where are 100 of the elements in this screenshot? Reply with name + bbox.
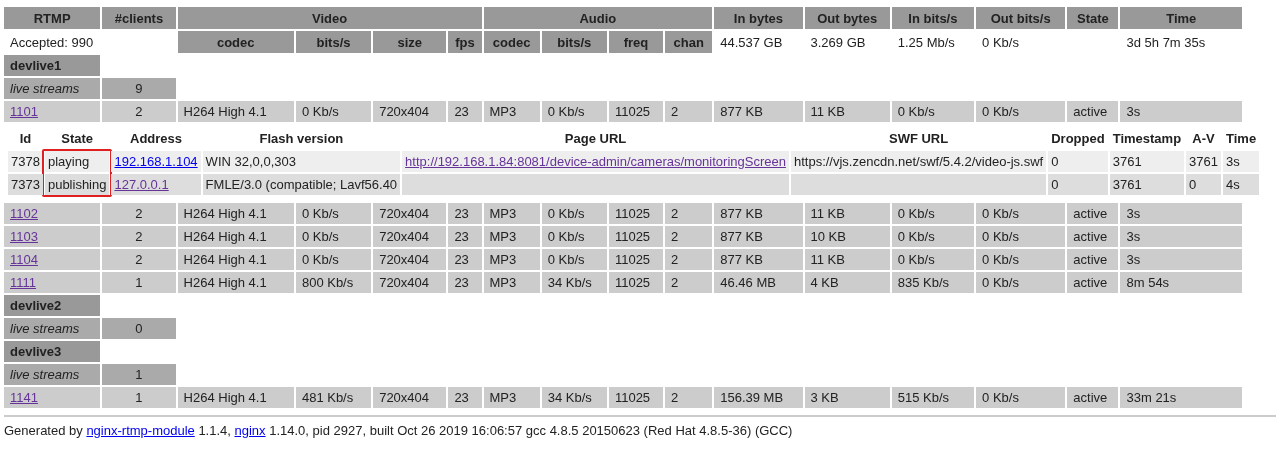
table-cell: 2 (102, 203, 176, 224)
footer-link[interactable]: nginx-rtmp-module (86, 423, 195, 438)
table-cell: 3s (1120, 249, 1242, 270)
table-cell: 0 Kb/s (295, 249, 372, 270)
column-header: Time (1225, 130, 1258, 148)
column-header: #clients (102, 7, 176, 29)
table-cell: H264 High 4.1 (177, 249, 294, 270)
column-header: fps (448, 31, 482, 53)
table-cell: 0 Kb/s (541, 226, 607, 247)
column-header: Audio (483, 7, 713, 29)
table-cell: 2 (665, 101, 713, 122)
table-cell: 720x404 (373, 226, 447, 247)
column-header: RTMP (4, 7, 101, 29)
application-name: devlive2 (4, 295, 101, 316)
table-cell: 877 KB (714, 101, 803, 122)
table-cell: 3s (1120, 203, 1242, 224)
table-cell: 11025 (608, 272, 664, 293)
table-cell: 835 Kb/s (891, 272, 975, 293)
application-name: devlive3 (4, 341, 101, 362)
footer-link[interactable]: nginx (234, 423, 266, 438)
table-cell: 2 (665, 226, 713, 247)
table-cell: MP3 (483, 272, 540, 293)
table-cell: 23 (448, 249, 482, 270)
table-cell: 4 KB (804, 272, 890, 293)
table-cell: 11025 (608, 101, 664, 122)
table-cell: 156.39 MB (714, 387, 803, 408)
table-cell: 0 (102, 318, 176, 339)
table-cell: 11025 (608, 203, 664, 224)
table-cell: 2 (102, 249, 176, 270)
column-header: In bits/s (891, 7, 975, 29)
table-cell: 3s (1120, 226, 1242, 247)
table-cell: active (1067, 101, 1119, 122)
table-cell: 720x404 (373, 203, 447, 224)
table-cell: 0 Kb/s (891, 226, 975, 247)
table-cell: 0 Kb/s (295, 203, 372, 224)
table-cell: 877 KB (714, 203, 803, 224)
column-header: Out bits/s (976, 7, 1066, 29)
table-cell: H264 High 4.1 (177, 101, 294, 122)
table-cell: 3761 (1109, 151, 1185, 172)
table-cell-text: 0 Kb/s (981, 33, 1020, 52)
table-cell: 877 KB (714, 226, 803, 247)
table-cell-text: 44.537 GB (719, 33, 784, 52)
table-cell: live streams (4, 318, 101, 339)
column-header: Timestamp (1111, 130, 1183, 148)
table-cell: MP3 (483, 249, 540, 270)
table-cell: 3761 (1109, 174, 1185, 195)
table-cell: 0 (1048, 151, 1108, 172)
table-cell: 0 Kb/s (295, 226, 372, 247)
table-cell: 2 (102, 101, 176, 122)
table-cell: 877 KB (714, 249, 803, 270)
table-cell: 1 (102, 272, 176, 293)
table-cell: 0 Kb/s (976, 101, 1066, 122)
table-cell: 11 KB (804, 249, 890, 270)
column-header: bits/s (295, 31, 372, 53)
table-cell: 0 Kb/s (541, 249, 607, 270)
table-cell: 3s (1120, 101, 1242, 122)
table-cell: 7378 (8, 151, 43, 172)
table-cell: active (1067, 387, 1119, 408)
table-cell: 11025 (608, 226, 664, 247)
column-header: Out bytes (804, 7, 890, 29)
table-cell: 11025 (608, 249, 664, 270)
table-cell: H264 High 4.1 (177, 272, 294, 293)
column-header: State (60, 130, 95, 148)
stream-link[interactable]: 1111 (10, 275, 37, 290)
table-cell: 11 KB (804, 203, 890, 224)
column-header: Flash version (258, 130, 345, 148)
table-cell: 23 (448, 203, 482, 224)
table-cell: 11025 (608, 387, 664, 408)
column-header: codec (483, 31, 540, 53)
table-cell: 0 Kb/s (295, 101, 372, 122)
table-cell: 0 Kb/s (891, 203, 975, 224)
table-cell: 2 (665, 387, 713, 408)
table-cell: active (1067, 203, 1119, 224)
table-cell-text: 3d 5h 7m 35s (1125, 33, 1207, 52)
table-cell: MP3 (483, 387, 540, 408)
table-cell: 0 (1186, 174, 1221, 195)
table-cell: 720x404 (373, 101, 447, 122)
column-header: Dropped (1050, 130, 1106, 148)
table-cell: active (1067, 249, 1119, 270)
column-header: Video (177, 7, 482, 29)
table-cell: 23 (448, 226, 482, 247)
column-header: Time (1120, 7, 1242, 29)
footer-text: Generated by nginx-rtmp-module 1.1.4, nginx 1.14.0, pid 2927, built Oct 26 2019 16:06:57 gcc 4.8.5 20150623 (Red Hat 4.8.5-36) (GCC) (4, 423, 794, 438)
table-cell: live streams (4, 364, 101, 385)
table-cell: live streams (4, 78, 101, 99)
column-header: In bytes (714, 7, 803, 29)
table-cell: 8m 54s (1120, 272, 1242, 293)
table-cell: FMLE/3.0 (compatible; Lavf56.40 (202, 174, 401, 195)
table-cell: 9 (102, 78, 176, 99)
column-header: Id (18, 130, 33, 148)
table-cell: 0 Kb/s (976, 226, 1066, 247)
table-cell: active (1067, 272, 1119, 293)
table-cell: 34 Kb/s (541, 272, 607, 293)
table-cell: 10 KB (804, 226, 890, 247)
column-header: size (373, 31, 447, 53)
table-cell: 34 Kb/s (541, 387, 607, 408)
table-cell: H264 High 4.1 (177, 226, 294, 247)
column-header: SWF URL (888, 130, 950, 148)
table-cell: MP3 (483, 101, 540, 122)
table-cell: 3761 (1186, 151, 1221, 172)
